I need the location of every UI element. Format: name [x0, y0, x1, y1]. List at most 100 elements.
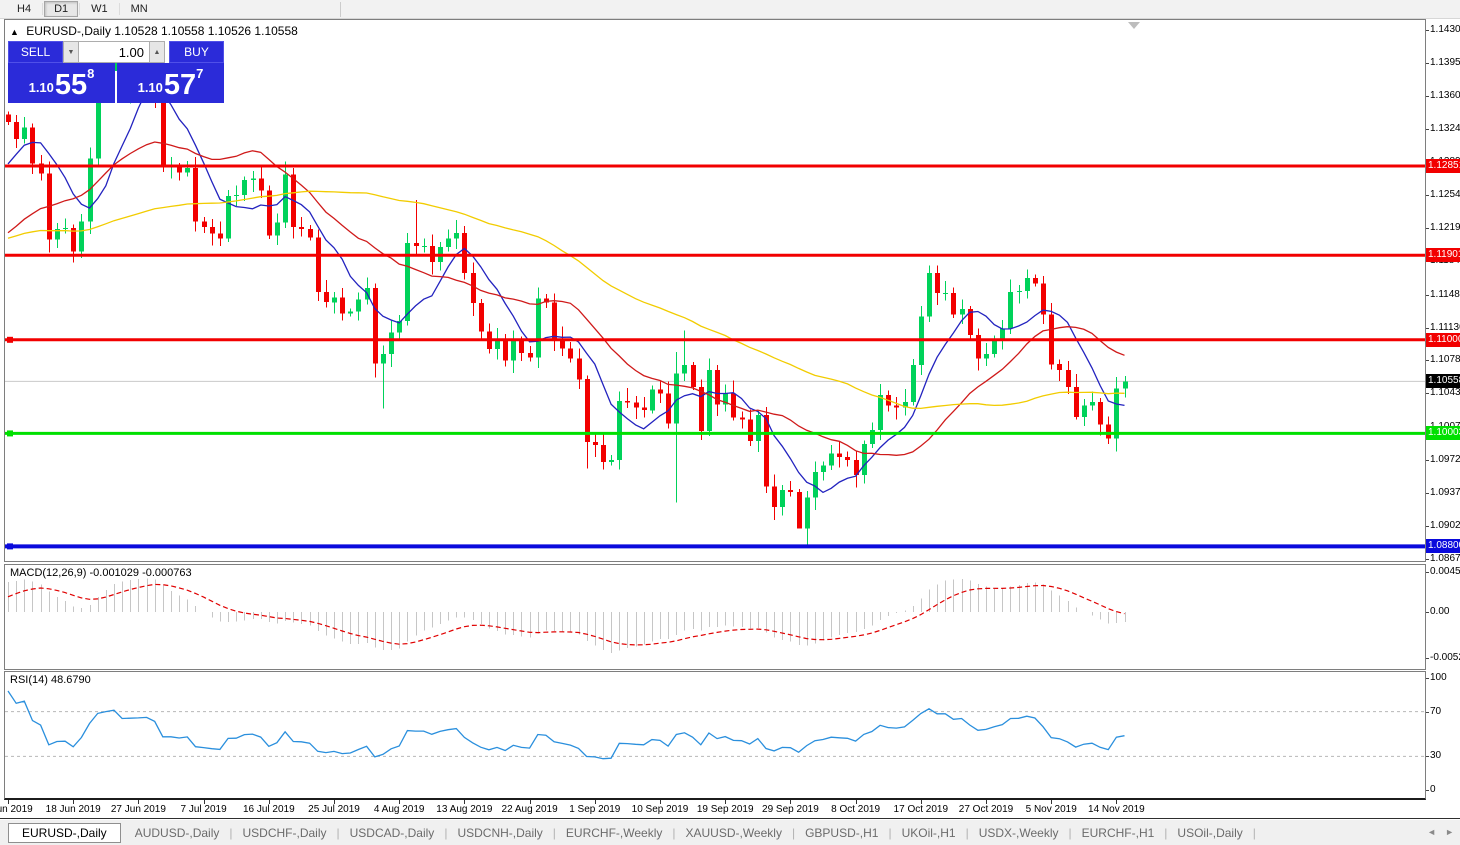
candle [22, 128, 27, 139]
buy-price-main: 57 [164, 72, 196, 99]
volume-decrement-icon[interactable]: ▼ [63, 41, 79, 63]
price-axis-label: 1.11130 [1430, 322, 1460, 334]
date-label: 9 Jun 2019 [0, 804, 33, 815]
candle [805, 498, 810, 529]
chart-shift-marker-icon[interactable] [1128, 22, 1140, 29]
tab-usdcnh-daily[interactable]: USDCNH-,Daily [447, 823, 552, 843]
price-axis-label: 1.12540 [1430, 189, 1460, 201]
macd-axis-tickmark [1426, 572, 1429, 573]
tab-audusd-daily[interactable]: AUDUSD-,Daily [125, 823, 230, 843]
rsi-axis-tickmark [1426, 712, 1429, 713]
candle [446, 238, 451, 247]
candle [894, 406, 899, 408]
timeframe-button-mn[interactable]: MN [121, 1, 158, 17]
moving-average-8 [8, 83, 1125, 492]
line-anchor-handle[interactable] [7, 337, 13, 343]
price-axis-label: 1.13240 [1430, 123, 1460, 135]
tab-usoil-daily[interactable]: USOil-,Daily [1167, 823, 1252, 843]
date-label: 14 Nov 2019 [1088, 804, 1145, 815]
candle [275, 222, 280, 235]
candle [780, 490, 785, 507]
candle [324, 292, 329, 302]
axis-tickmark [1426, 63, 1429, 64]
timeframe-button-d1[interactable]: D1 [44, 1, 78, 17]
candle [1082, 406, 1087, 417]
candle [185, 168, 190, 173]
tab-scroll-left-icon[interactable]: ◄ [1427, 827, 1436, 837]
candle [837, 453, 842, 457]
candle [316, 238, 321, 293]
price-axis-label: 1.13950 [1430, 57, 1460, 69]
candle [1098, 402, 1103, 425]
buy-button[interactable]: BUY [169, 41, 224, 63]
tab-separator: | [1253, 826, 1256, 840]
macd-axis-tickmark [1426, 658, 1429, 659]
sell-price-box[interactable]: 1.10 55 8 [8, 63, 115, 103]
macd-indicator-label: MACD(12,26,9) -0.001029 -0.000763 [10, 567, 192, 579]
candle [609, 460, 614, 462]
line-anchor-handle[interactable] [7, 430, 13, 436]
axis-tickmark [1426, 427, 1429, 428]
buy-price-prefix: 1.10 [138, 80, 163, 95]
macd-chart[interactable] [5, 565, 1425, 669]
sell-button[interactable]: SELL [8, 41, 63, 63]
sell-price-main: 55 [55, 72, 87, 99]
rsi-value: 48.6790 [51, 674, 91, 686]
tab-eurchf-weekly[interactable]: EURCHF-,Weekly [556, 823, 672, 843]
candle [764, 415, 769, 486]
one-click-trading-panel: SELL ▼ ▲ BUY 1.10 55 8 1.10 57 7 [8, 41, 224, 103]
price-axis-label: 1.09370 [1430, 487, 1460, 499]
volume-input[interactable] [79, 41, 149, 63]
candle [911, 365, 916, 402]
candle [552, 302, 557, 339]
price-axis-label: 1.10430 [1430, 387, 1460, 399]
line-anchor-handle[interactable] [7, 543, 13, 549]
toolbar-separator [79, 3, 80, 15]
rsi-axis-tickmark [1426, 756, 1429, 757]
rsi-axis-label: 70 [1430, 706, 1441, 718]
price-axis-label: 1.14300 [1430, 24, 1460, 36]
toolbar-separator [42, 3, 43, 15]
candle [1008, 292, 1013, 329]
volume-increment-icon[interactable]: ▲ [149, 41, 165, 63]
rsi-chart[interactable] [5, 672, 1425, 798]
sell-price-pip: 8 [87, 66, 94, 81]
rsi-pane[interactable] [4, 671, 1426, 800]
candle [1025, 278, 1030, 291]
tab-scroll-right-icon[interactable]: ► [1445, 827, 1454, 837]
macd-pane[interactable] [4, 564, 1426, 670]
tab-ukoil-h1[interactable]: UKOil-,H1 [892, 823, 966, 843]
tab-eurchf-h1[interactable]: EURCHF-,H1 [1072, 823, 1165, 843]
tab-gbpusd-h1[interactable]: GBPUSD-,H1 [795, 823, 888, 843]
buy-price-box[interactable]: 1.10 57 7 [117, 63, 224, 103]
current-price-flag: 1.10558 [1426, 374, 1460, 388]
price-level-flag: 1.08800 [1426, 539, 1460, 553]
candle [373, 288, 378, 363]
price-axis-label: 1.10070 [1430, 421, 1460, 433]
collapse-arrow-icon[interactable]: ▲ [10, 27, 19, 37]
candle [519, 340, 524, 353]
axis-tickmark [1426, 360, 1429, 361]
candle [772, 486, 777, 507]
candle [960, 309, 965, 315]
axis-tickmark [1426, 493, 1429, 494]
candle [1074, 387, 1079, 417]
tab-usdchf-daily[interactable]: USDCHF-,Daily [233, 823, 337, 843]
candle [682, 365, 687, 374]
tab-usdcad-daily[interactable]: USDCAD-,Daily [340, 823, 445, 843]
tab-xauusd-weekly[interactable]: XAUUSD-,Weekly [675, 823, 791, 843]
price-axis-label: 1.13600 [1430, 90, 1460, 102]
axis-tickmark [1426, 393, 1429, 394]
timeframe-button-w1[interactable]: W1 [81, 1, 118, 17]
rsi-axis-label: 30 [1430, 750, 1441, 762]
tab-usdx-weekly[interactable]: USDX-,Weekly [969, 823, 1069, 843]
price-level-flag: 1.10003 [1426, 426, 1460, 440]
candle [79, 222, 84, 252]
candle [1033, 278, 1038, 284]
date-label: 4 Aug 2019 [374, 804, 425, 815]
axis-tickmark [1426, 195, 1429, 196]
tab-eurusd-daily[interactable]: EURUSD-,Daily [8, 823, 121, 843]
timeframe-button-h4[interactable]: H4 [7, 1, 41, 17]
candle [1017, 291, 1022, 292]
candle [503, 340, 508, 361]
